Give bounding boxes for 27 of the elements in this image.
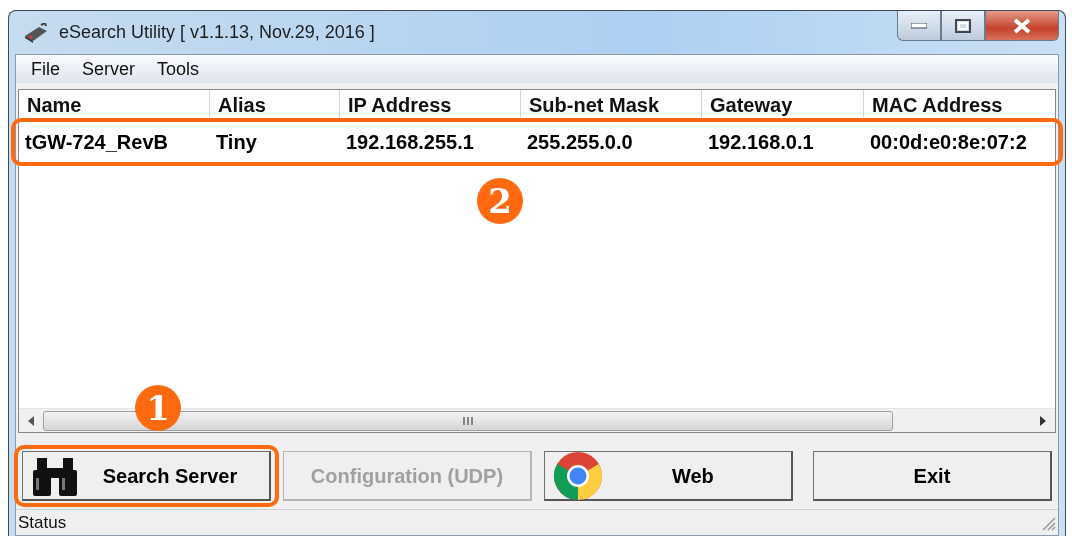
window-title: eSearch Utility [ v1.1.13, Nov.29, 2016 ]: [59, 21, 375, 44]
table-cell-text: 00:0d:e0:8e:07:2: [869, 130, 1028, 155]
browser-icon: [552, 450, 603, 501]
table-cell-text: 192.168.0.1: [707, 130, 815, 155]
search-server-button[interactable]: Search Server: [22, 451, 271, 501]
close-button[interactable]: [985, 11, 1059, 41]
maximize-button[interactable]: [941, 11, 985, 41]
resize-grip-icon[interactable]: [1040, 514, 1056, 531]
close-icon: [1012, 17, 1032, 34]
table-cell-text: 255.255.0.0: [526, 130, 634, 155]
web-button[interactable]: Web: [543, 451, 793, 501]
menu-item[interactable]: Tools: [146, 55, 211, 83]
maximize-icon: [955, 18, 971, 33]
scroll-right-icon[interactable]: [1039, 414, 1047, 427]
minimize-icon: [911, 22, 927, 29]
minimize-button[interactable]: [897, 11, 941, 41]
binoculars-icon: [31, 455, 79, 496]
menu-item[interactable]: File: [20, 55, 71, 83]
button[interactable]: Exit: [812, 451, 1052, 501]
status-text: Status: [18, 511, 67, 534]
menu-item[interactable]: Server: [71, 55, 147, 83]
scroll-left-icon[interactable]: [27, 414, 35, 427]
table-cell-text: tGW-724_RevB: [24, 130, 169, 155]
button: Configuration (UDP): [282, 451, 532, 501]
table-cell-text: Tiny: [215, 130, 258, 155]
app-icon: [23, 22, 49, 43]
table-cell-text: 192.168.255.1: [345, 130, 475, 155]
